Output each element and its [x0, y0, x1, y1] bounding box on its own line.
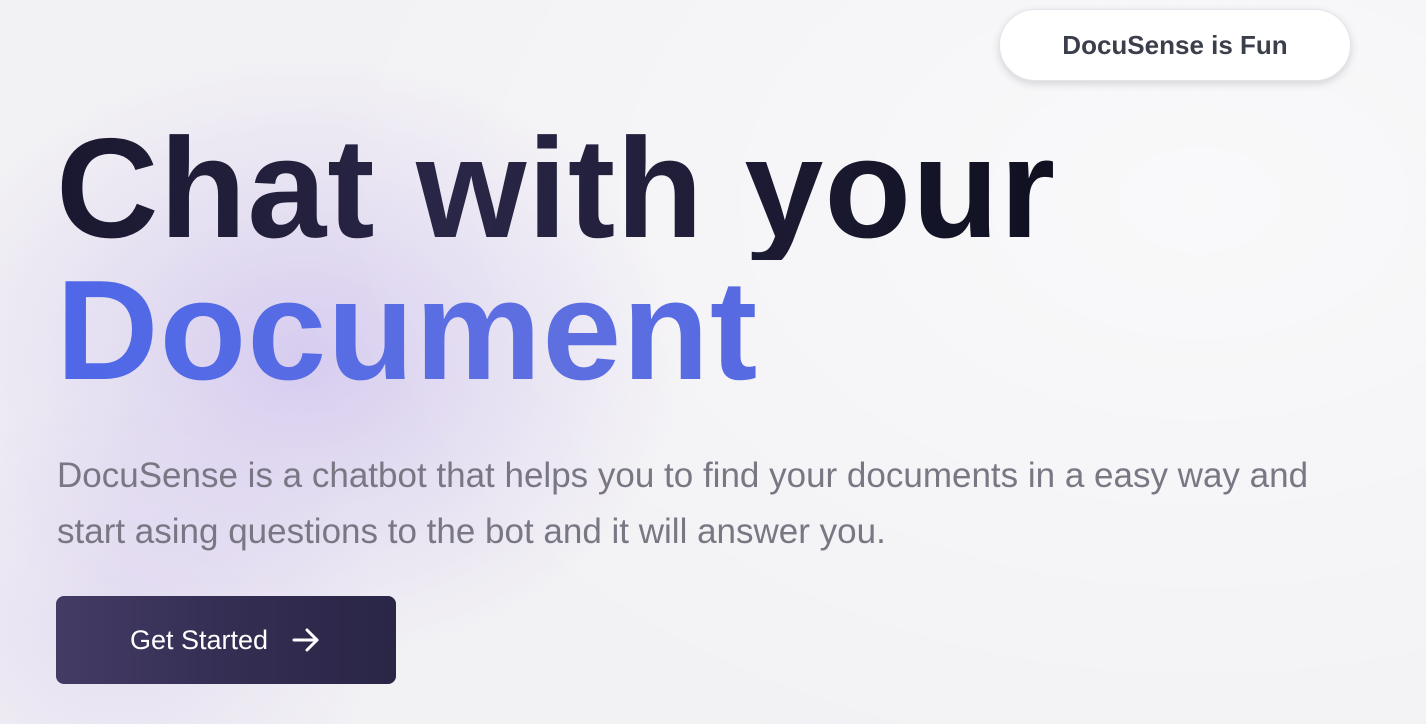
get-started-label: Get Started — [129, 624, 269, 655]
arrow-right-icon — [290, 624, 322, 656]
get-started-button[interactable]: Get Started — [56, 596, 396, 684]
badge-label: DocuSense is Fun — [1062, 29, 1288, 60]
hero-description: DocuSense is a chatbot that helps you to… — [57, 448, 1426, 560]
description-line-1: DocuSense is a chatbot that helps you to… — [57, 456, 1309, 495]
hero-headline: Chat with your Document — [56, 118, 1056, 402]
docusense-badge[interactable]: DocuSense is Fun — [999, 9, 1351, 81]
headline-line-2: Document — [56, 260, 1056, 402]
hero-section: DocuSense is Fun Chat with your Document… — [0, 0, 1426, 724]
headline-line-1: Chat with your — [56, 109, 1057, 268]
description-line-2: start asing questions to the bot and it … — [57, 512, 886, 551]
